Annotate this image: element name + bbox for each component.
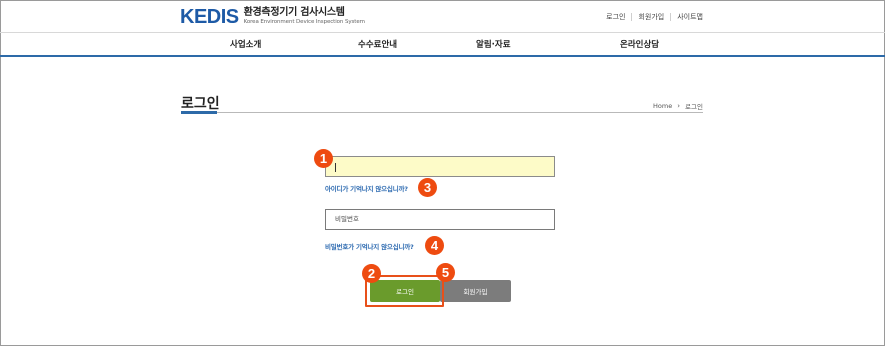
callout-badge-4: 4: [425, 236, 444, 255]
nav-item-fees[interactable]: 수수료안내: [358, 38, 397, 50]
password-input[interactable]: 비밀번호: [325, 209, 555, 230]
nav-item-consulting[interactable]: 온라인상담: [620, 38, 659, 50]
divider: [670, 13, 672, 21]
divider: [631, 13, 633, 21]
join-button[interactable]: 회원가입: [440, 280, 511, 302]
callout-badge-2: 2: [362, 264, 381, 283]
util-sitemap-link[interactable]: 사이트맵: [677, 12, 703, 22]
breadcrumb: Home › 로그인: [653, 101, 703, 111]
title-accent-bar: [181, 111, 217, 114]
top-bar: KEDIS 환경측정기기 검사시스템 Korea Environment Dev…: [0, 0, 885, 33]
utility-links: 로그인 회원가입 사이트맵: [606, 12, 703, 22]
callout-badge-1: 1: [314, 149, 333, 168]
chevron-right-icon: ›: [677, 102, 681, 110]
site-logo[interactable]: KEDIS 환경측정기기 검사시스템 Korea Environment Dev…: [180, 7, 365, 27]
breadcrumb-current: 로그인: [685, 103, 703, 111]
forgot-password-link[interactable]: 비밀번호가 기억나지 않으십니까?: [325, 241, 414, 251]
logo-wordmark: KEDIS: [180, 6, 239, 28]
main-nav: 사업소개 수수료안내 알림·자료 온라인상담: [0, 32, 885, 57]
user-id-input[interactable]: [325, 156, 555, 177]
breadcrumb-home[interactable]: Home: [653, 102, 672, 110]
nav-item-business[interactable]: 사업소개: [230, 38, 261, 50]
util-login-link[interactable]: 로그인: [606, 12, 625, 22]
nav-item-notices[interactable]: 알림·자료: [476, 38, 511, 50]
text-cursor: [335, 163, 336, 172]
callout-badge-3: 3: [418, 178, 437, 197]
title-divider: [181, 112, 703, 113]
logo-title: 환경측정기기 검사시스템: [243, 7, 345, 18]
logo-subtitle: Korea Environment Device Inspection Syst…: [243, 19, 365, 25]
forgot-id-link[interactable]: 아이디가 기억나지 않으십니까?: [325, 183, 408, 193]
util-join-link[interactable]: 회원가입: [638, 12, 664, 22]
page-title: 로그인: [181, 96, 220, 112]
callout-badge-5: 5: [436, 263, 455, 282]
